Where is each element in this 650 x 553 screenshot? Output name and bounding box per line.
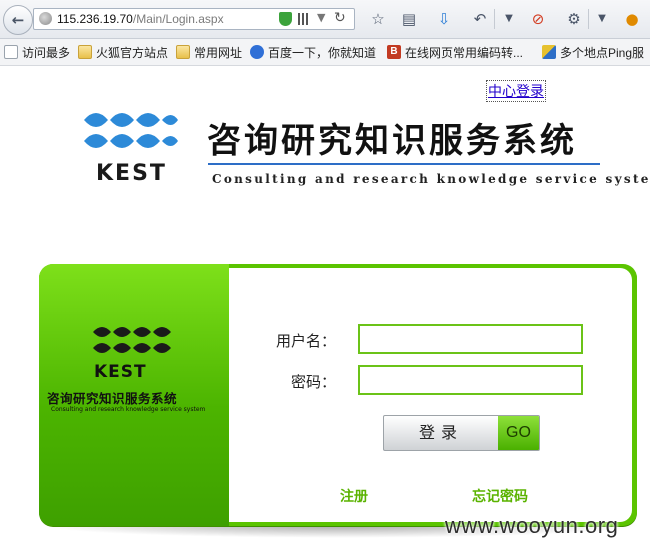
qr-code-icon[interactable] [298, 13, 310, 25]
folder-icon [176, 45, 190, 59]
b-site-icon: B [387, 45, 401, 59]
card-logo-text: KEST [94, 362, 147, 382]
page-subtitle: Consulting and research knowledge servic… [212, 172, 650, 186]
register-link[interactable]: 注册 [340, 486, 368, 506]
dropdown-arrow-icon[interactable]: ▼ [317, 11, 325, 24]
username-label: 用户名： [275, 332, 336, 350]
username-input[interactable] [358, 324, 583, 354]
page-icon [4, 45, 18, 59]
login-form: 用户名： 密码： 登录 GO 注册 忘记密码 [229, 268, 632, 522]
url-host: 115.236.19.70 [57, 12, 133, 26]
address-bar[interactable]: 115.236.19.70/Main/Login.aspx ▼ ↻ [33, 8, 355, 30]
title-divider [208, 163, 600, 165]
bookmark-label: 百度一下，你就知道 [268, 45, 377, 60]
chevron-down-icon[interactable]: ▼ [592, 9, 612, 29]
watermark: www.wooyun.org [445, 513, 619, 538]
center-login-link[interactable]: 中心登录 [486, 80, 546, 102]
login-card: KEST 咨询研究知识服务系统 Consulting and research … [39, 264, 637, 526]
reload-icon[interactable]: ↻ [334, 10, 346, 26]
folder-icon [78, 45, 92, 59]
baidu-paw-icon [250, 45, 264, 59]
password-input[interactable] [358, 365, 583, 395]
forgot-password-link[interactable]: 忘记密码 [472, 486, 528, 506]
bookmark-label: 常用网址 [194, 45, 243, 60]
globe-icon [39, 12, 52, 25]
star-icon[interactable]: ☆ [368, 9, 388, 29]
ping-site-icon [542, 45, 556, 59]
browser-toolbar: ← 115.236.19.70/Main/Login.aspx ▼ ↻ ☆ ▤ … [0, 0, 650, 39]
bookmark-label: 在线网页常用编码转... [405, 45, 524, 60]
undo-icon[interactable]: ↶ [470, 9, 490, 29]
reading-list-icon[interactable]: ▤ [399, 9, 419, 29]
password-label: 密码： [290, 373, 336, 391]
bookmark-label: 访问最多 [22, 45, 71, 60]
bookmark-item[interactable]: 常用网址 [176, 44, 242, 60]
bookmark-item[interactable]: 多个地点Ping服 [542, 44, 644, 60]
card-system-subtitle: Consulting and research knowledge servic… [51, 406, 206, 413]
download-icon[interactable]: ⇩ [434, 9, 454, 29]
user-avatar-icon[interactable]: ● [622, 9, 642, 29]
login-card-brand-panel: KEST 咨询研究知识服务系统 Consulting and research … [39, 264, 229, 526]
bookmark-item[interactable]: B 在线网页常用编码转... [387, 44, 523, 60]
chevron-down-icon[interactable]: ▼ [499, 9, 519, 29]
login-button[interactable]: 登录 GO [383, 415, 540, 451]
shield-icon[interactable] [279, 12, 292, 26]
bookmark-item[interactable]: 访问最多 [4, 44, 70, 60]
bookmark-item[interactable]: 火狐官方站点 [78, 44, 168, 60]
url-path: /Main/Login.aspx [132, 12, 224, 26]
gear-icon[interactable]: ⚙ [564, 9, 584, 29]
url-text: 115.236.19.70/Main/Login.aspx [57, 12, 224, 26]
card-system-title: 咨询研究知识服务系统 [47, 391, 178, 406]
back-arrow-icon: ← [11, 11, 25, 29]
bookmarks-bar: 访问最多 火狐官方站点 常用网址 百度一下，你就知道 B 在线网页常用编码转...… [0, 39, 650, 66]
bookmark-label: 多个地点Ping服 [560, 45, 645, 60]
back-button[interactable]: ← [3, 5, 33, 35]
login-button-label: 登录 [418, 423, 463, 442]
toolbar-divider [588, 9, 589, 29]
bookmark-label: 火狐官方站点 [96, 45, 169, 60]
page-title: 咨询研究知识服务系统 [207, 121, 577, 161]
header-logo-text: KEST [96, 161, 167, 186]
bookmark-item[interactable]: 百度一下，你就知道 [250, 44, 376, 60]
go-button[interactable]: GO [498, 416, 539, 450]
block-icon[interactable]: ⊘ [528, 9, 548, 29]
toolbar-divider [494, 9, 495, 29]
